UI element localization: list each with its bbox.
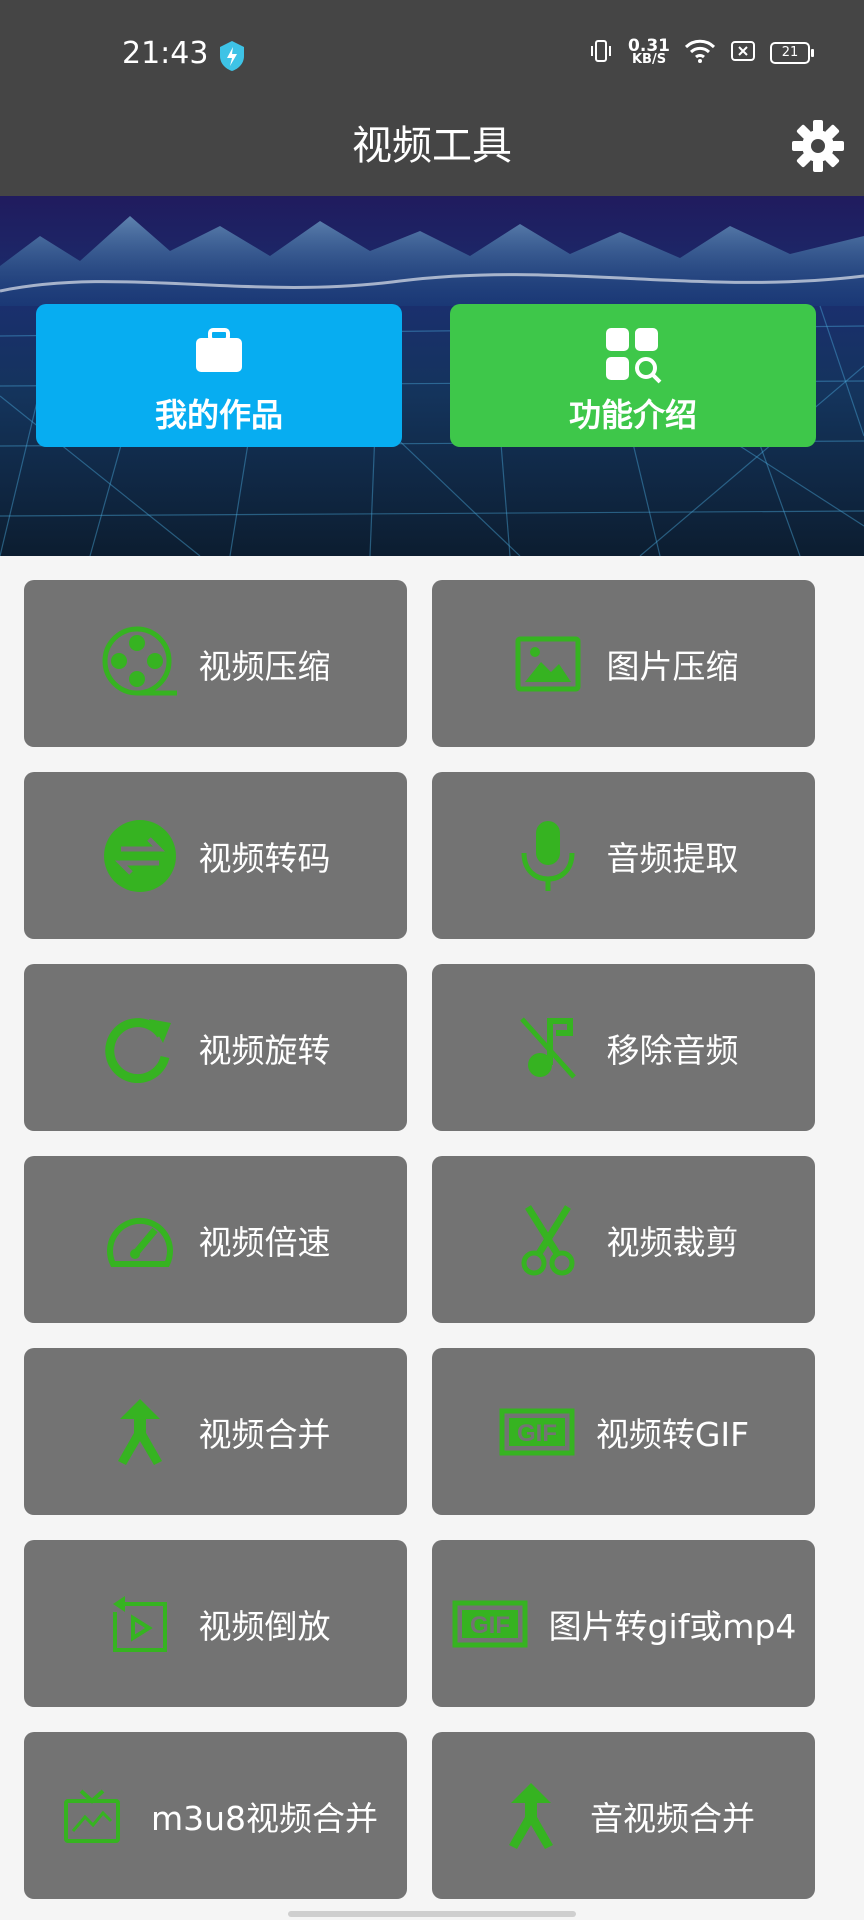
swap-arrows-icon (101, 817, 179, 895)
tool-grid: 视频压缩 图片压缩 视频转码 音频提取 视频旋转 移除音频 视频倍速 视频裁剪 … (0, 556, 864, 1920)
feature-intro-label: 功能介绍 (568, 396, 697, 434)
tool-video-merge[interactable]: 视频合并 (24, 1348, 407, 1515)
my-works-button[interactable]: 我的作品 (36, 304, 402, 447)
svg-text:GIF: GIF (517, 1420, 557, 1447)
music-off-icon (509, 1009, 587, 1087)
tool-label: m3u8视频合并 (150, 1798, 379, 1838)
tool-label: 视频压缩 (198, 646, 331, 686)
tool-m3u8-merge[interactable]: m3u8视频合并 (24, 1732, 407, 1899)
tool-video-to-gif[interactable]: GIF 视频转GIF (432, 1348, 815, 1515)
tool-label: 视频旋转 (198, 1030, 331, 1070)
microphone-icon (509, 817, 587, 895)
scissors-icon (509, 1201, 587, 1279)
tool-video-rotate[interactable]: 视频旋转 (24, 964, 407, 1131)
tool-audio-extract[interactable]: 音频提取 (432, 772, 815, 939)
tool-audio-video-merge[interactable]: 音视频合并 (432, 1732, 815, 1899)
tool-image-to-gif-mp4[interactable]: GIF 图片转gif或mp4 (432, 1540, 815, 1707)
banner: 我的作品 功能介绍 (0, 196, 864, 556)
tool-label: 视频裁剪 (606, 1222, 739, 1262)
tool-label: 视频合并 (198, 1414, 331, 1454)
tool-label: 图片压缩 (606, 646, 739, 686)
gif-icon: GIF (451, 1585, 529, 1663)
briefcase-icon (196, 328, 242, 372)
merge-icon (101, 1393, 179, 1471)
tool-label: 视频倍速 (198, 1222, 331, 1262)
vibrate-icon (588, 38, 614, 68)
tool-video-compress[interactable]: 视频压缩 (24, 580, 407, 747)
app-bar: 视频工具 (0, 110, 864, 196)
net-speed-unit: KB/S (631, 52, 667, 67)
tool-label: 视频倒放 (198, 1606, 331, 1646)
net-speed: 0.31 KB/S (628, 36, 670, 67)
speedometer-icon (101, 1201, 179, 1279)
tool-video-reverse[interactable]: 视频倒放 (24, 1540, 407, 1707)
tool-label: 移除音频 (606, 1030, 739, 1070)
feature-intro-button[interactable]: 功能介绍 (450, 304, 816, 447)
home-indicator[interactable] (288, 1911, 576, 1917)
tool-label: 视频转码 (198, 838, 331, 878)
gif-icon: GIF (498, 1393, 576, 1471)
image-icon (509, 625, 587, 703)
apps-search-icon (606, 328, 662, 384)
tool-label: 视频转GIF (595, 1414, 750, 1454)
page-title: 视频工具 (352, 123, 512, 169)
tool-remove-audio[interactable]: 移除音频 (432, 964, 815, 1131)
my-works-label: 我的作品 (154, 396, 283, 434)
film-reel-icon (101, 625, 179, 703)
status-bar: 21:43 0.31 KB/S 21 (0, 0, 864, 110)
net-speed-value: 0.31 (628, 36, 670, 56)
no-sim-icon (730, 40, 756, 66)
tool-image-compress[interactable]: 图片压缩 (432, 580, 815, 747)
tool-video-crop[interactable]: 视频裁剪 (432, 1156, 815, 1323)
reverse-play-icon (101, 1585, 179, 1663)
status-time: 21:43 (122, 36, 209, 71)
tool-label: 图片转gif或mp4 (548, 1606, 797, 1646)
tv-icon (53, 1777, 131, 1855)
tool-label: 音频提取 (606, 838, 739, 878)
merge-icon (492, 1777, 570, 1855)
tool-label: 音视频合并 (590, 1798, 755, 1838)
battery-indicator: 21 (770, 42, 814, 64)
tool-video-transcode[interactable]: 视频转码 (24, 772, 407, 939)
shield-bolt-icon (218, 40, 246, 76)
rotate-icon (101, 1009, 179, 1087)
svg-text:GIF: GIF (470, 1612, 510, 1639)
tool-video-speed[interactable]: 视频倍速 (24, 1156, 407, 1323)
wifi-icon (684, 38, 716, 68)
settings-gear-icon[interactable] (790, 118, 846, 174)
